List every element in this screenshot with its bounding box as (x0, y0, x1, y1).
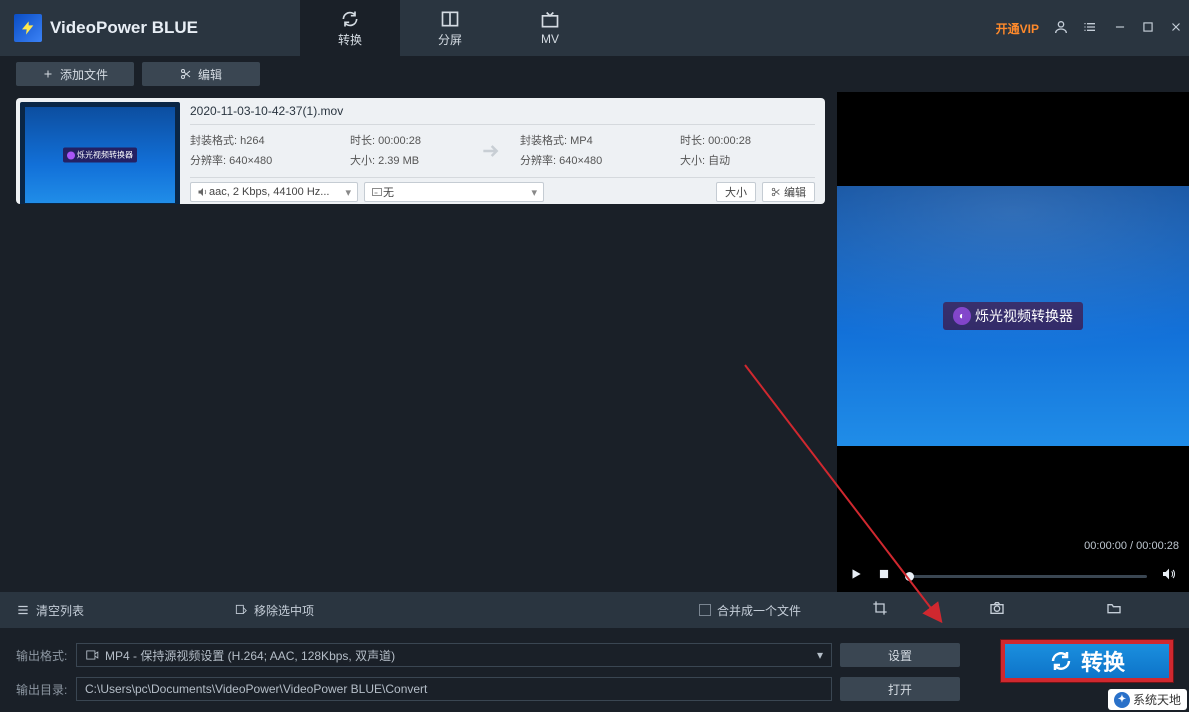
file-meta: 封装格式: h264 分辨率: 640×480 时长: 00:00:28 大小:… (190, 124, 815, 178)
time-display: 00:00:00 / 00:00:28 (837, 540, 1189, 560)
tab-convert-label: 转换 (338, 31, 362, 48)
preview-pane: ◐ 烁光视频转换器 00:00:00 / 00:00:28 (837, 92, 1189, 592)
watermark: ✦ 系统天地 (1108, 689, 1187, 710)
action-bar: 清空列表 移除选中项 合并成一个文件 (0, 592, 1189, 628)
audio-select[interactable]: aac, 2 Kbps, 44100 Hz... ▾ (190, 182, 358, 202)
stop-icon[interactable] (877, 567, 891, 586)
remove-selected-button[interactable]: 移除选中项 (234, 602, 314, 619)
logo: VideoPower BLUE (14, 14, 198, 42)
tab-convert[interactable]: 转换 (300, 0, 400, 56)
chevron-down-icon: ▾ (817, 648, 823, 662)
volume-icon[interactable] (1161, 566, 1177, 587)
open-dir-button[interactable]: 打开 (840, 677, 960, 701)
merge-checkbox[interactable]: 合并成一个文件 (699, 602, 801, 619)
speaker-icon (197, 186, 209, 198)
player-controls (837, 560, 1189, 592)
video-icon (85, 648, 99, 662)
file-footer: aac, 2 Kbps, 44100 Hz... ▾ 无 ▾ 大小 编辑 (190, 178, 815, 202)
thumb-badge: 烁光视频转换器 (63, 148, 137, 163)
plus-icon (42, 68, 54, 80)
app-title: VideoPower BLUE (50, 18, 198, 38)
bolt-icon (14, 14, 42, 42)
chevron-down-icon: ▾ (345, 186, 351, 199)
seek-bar[interactable] (905, 575, 1147, 578)
file-card[interactable]: 烁光视频转换器 2020-11-03-10-42-37(1).mov 封装格式:… (16, 98, 825, 204)
tab-mv-label: MV (541, 32, 559, 46)
edit-label: 编辑 (198, 66, 222, 83)
list-icon (16, 603, 30, 617)
toolbar: 添加文件 编辑 (0, 56, 1189, 92)
add-file-button[interactable]: 添加文件 (16, 62, 134, 86)
scissors-icon (771, 187, 781, 197)
scissors-icon (180, 68, 192, 80)
subtitle-select-label: 无 (383, 184, 394, 200)
watermark-icon: ✦ (1114, 692, 1130, 708)
user-icon[interactable] (1053, 19, 1069, 38)
maximize-icon[interactable] (1141, 20, 1155, 37)
output-dir-field[interactable]: C:\Users\pc\Documents\VideoPower\VideoPo… (76, 677, 832, 701)
seek-handle[interactable] (905, 572, 914, 581)
preview-tools (821, 600, 1173, 621)
arrow-right-icon (460, 131, 520, 171)
audio-select-label: aac, 2 Kbps, 44100 Hz... (209, 186, 329, 198)
window-controls: 开通VIP (996, 0, 1183, 56)
tv-icon (540, 10, 560, 30)
camera-icon[interactable] (989, 600, 1005, 621)
output-format-label: 输出格式: (16, 647, 68, 664)
file-name: 2020-11-03-10-42-37(1).mov (190, 104, 815, 118)
split-icon (440, 9, 460, 29)
tab-split-label: 分屏 (438, 31, 462, 48)
convert-button[interactable]: 转换 (1001, 640, 1173, 682)
main-tabs: 转换 分屏 MV (300, 0, 600, 56)
checkbox-icon (699, 604, 711, 616)
file-info: 2020-11-03-10-42-37(1).mov 封装格式: h264 分辨… (184, 98, 825, 204)
preview-video: ◐ 烁光视频转换器 (837, 92, 1189, 540)
settings-button[interactable]: 设置 (840, 643, 960, 667)
play-icon[interactable] (849, 567, 863, 586)
tab-mv[interactable]: MV (500, 0, 600, 56)
file-list: 烁光视频转换器 2020-11-03-10-42-37(1).mov 封装格式:… (0, 92, 837, 592)
edit-button[interactable]: 编辑 (142, 62, 260, 86)
crop-icon[interactable] (872, 600, 888, 621)
refresh-icon (1049, 649, 1073, 673)
minimize-icon[interactable] (1113, 20, 1127, 37)
close-icon[interactable] (1169, 20, 1183, 37)
subtitle-icon (371, 186, 383, 198)
output-format-value: MP4 - 保持源视频设置 (H.264; AAC, 128Kbps, 双声道) (105, 647, 395, 664)
title-bar: VideoPower BLUE 转换 分屏 MV 开通VIP (0, 0, 1189, 56)
output-dir-label: 输出目录: (16, 681, 68, 698)
file-thumbnail: 烁光视频转换器 (20, 102, 180, 204)
subtitle-select[interactable]: 无 ▾ (364, 182, 544, 202)
tab-split[interactable]: 分屏 (400, 0, 500, 56)
add-file-label: 添加文件 (60, 66, 108, 83)
edit-file-button[interactable]: 编辑 (762, 182, 815, 202)
vip-link[interactable]: 开通VIP (996, 20, 1039, 37)
refresh-icon (340, 9, 360, 29)
chevron-down-icon: ▾ (531, 186, 537, 199)
size-button[interactable]: 大小 (716, 182, 756, 202)
menu-icon[interactable] (1083, 19, 1099, 38)
output-dir-value: C:\Users\pc\Documents\VideoPower\VideoPo… (85, 682, 427, 696)
output-format-select[interactable]: MP4 - 保持源视频设置 (H.264; AAC, 128Kbps, 双声道)… (76, 643, 832, 667)
main-area: 烁光视频转换器 2020-11-03-10-42-37(1).mov 封装格式:… (0, 92, 1189, 592)
remove-icon (234, 603, 248, 617)
clear-list-button[interactable]: 清空列表 (16, 602, 84, 619)
folder-icon[interactable] (1106, 600, 1122, 621)
